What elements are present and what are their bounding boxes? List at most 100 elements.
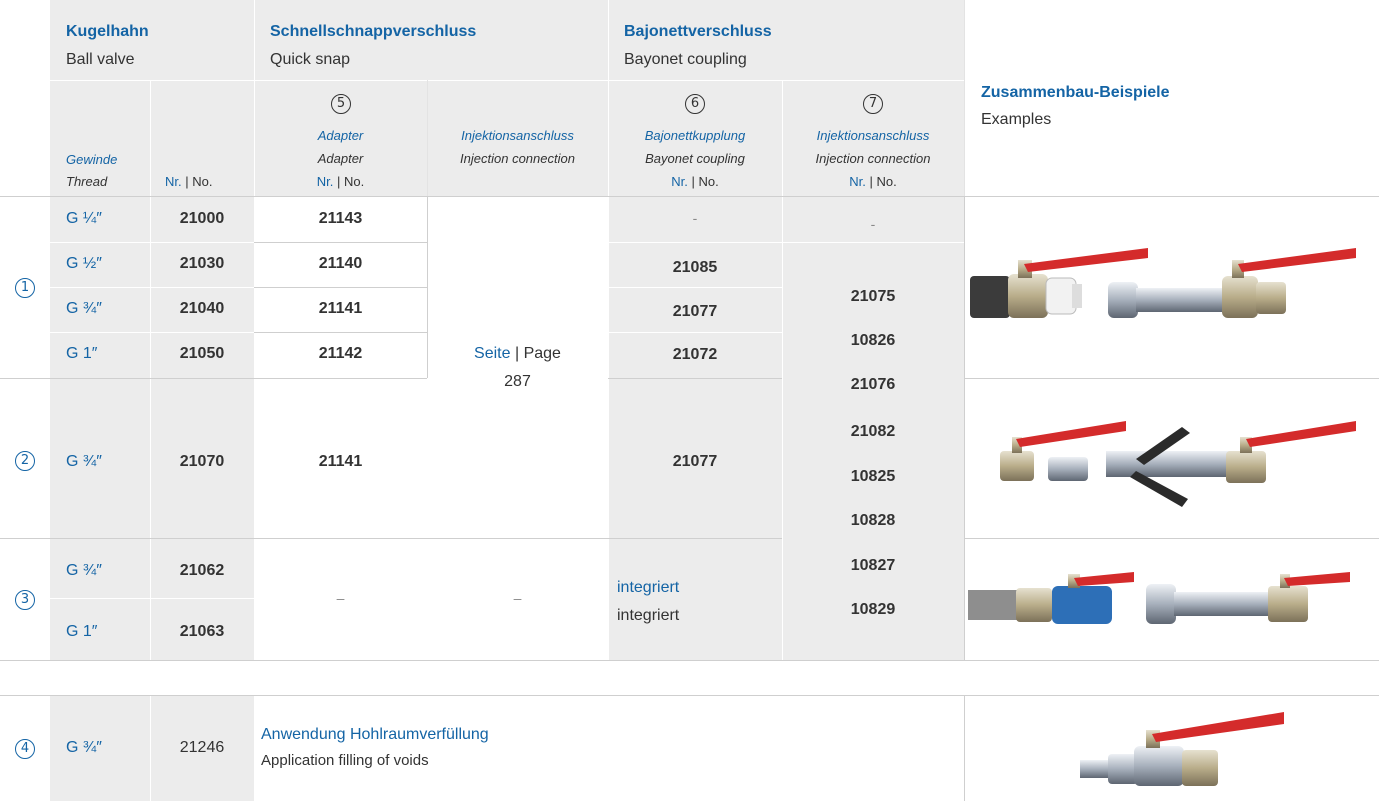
adapter-cell: 21142 [318,345,363,362]
page-ref-de: Seite [474,345,511,362]
divider [254,0,255,196]
bayonet-subtitle: Bayonet coupling [624,51,747,68]
divider [50,332,254,333]
injection2-label: Injektionsanschluss [816,128,930,143]
group-marker-2: 2 [15,451,35,471]
page-ref-en: Page [523,345,561,362]
injection-cell: - [870,216,876,232]
application-title: Anwendung Hohlraumverfüllung [261,726,489,743]
divider [608,242,964,243]
injection-number: 10827 [850,557,896,574]
nr-cell: 21063 [179,623,225,640]
divider [608,0,609,660]
divider [964,695,965,801]
nr-cell: 21000 [179,210,225,227]
examples-title: Zusammenbau-Beispiele [981,84,1170,101]
divider [0,695,1379,696]
marker-5: 5 [331,94,351,114]
divider [0,538,782,539]
divider [964,196,965,660]
header-bg-examples [964,0,965,196]
nr-en: No. [192,174,213,189]
bayonet-coupling-label: Bajonettkupplung [644,128,746,143]
example-photo-1 [970,248,1356,318]
divider [964,378,1379,379]
example-photo-4 [1080,712,1284,786]
injection-number: 21076 [850,376,896,393]
nr-cell: 21040 [179,300,225,317]
bayonet-title: Bajonettverschluss [624,23,772,40]
divider [254,287,427,288]
divider [50,287,254,288]
page-ref-sep: | [514,345,520,362]
bayonet-nr: Nr. | No. [608,174,782,190]
bayonet-cell: 21085 [672,259,718,276]
bayonet-cell: 21077 [672,303,718,320]
examples-subtitle: Examples [981,111,1052,128]
adapter-nr: Nr. | No. [254,174,427,190]
integrated-label: integriert [617,579,680,596]
divider [608,332,782,333]
page-reference[interactable]: Seite | Page [427,344,608,363]
bayonet-coupling-label-en: Bayonet coupling [645,151,745,166]
bayonet-cell: - [692,210,698,226]
nr-en: No. [344,174,365,189]
thread-label: Gewinde [66,152,118,167]
thread-cell: G ¾″ [66,300,102,317]
nr-cell: 21070 [179,453,225,470]
quick-snap-title: Schnellschnappverschluss [270,23,477,40]
divider [0,378,427,379]
nr-sep: | [337,174,341,189]
marker-6: 6 [685,94,705,114]
nr-sep: | [185,174,189,189]
adapter-label: Adapter [317,128,364,143]
adapter-cell: 21143 [318,210,363,227]
nr-de: Nr. [165,174,182,189]
divider [50,242,254,243]
thread-cell: G ¾″ [66,453,102,470]
injection-number: 21082 [850,423,896,440]
bayonet-cell: 21072 [672,346,718,363]
adapter-cell: – [336,590,345,606]
adapter-cell: 21140 [318,255,363,272]
injection-number: 10825 [850,468,896,485]
adapter-cell: 21141 [318,300,363,317]
divider [50,598,254,599]
divider [608,287,782,288]
thread-cell: G ½″ [66,255,102,272]
group-marker-3: 3 [15,590,35,610]
nr-sep: | [869,174,873,189]
nr-de: Nr. [849,174,866,189]
quick-snap-subtitle: Quick snap [270,51,351,68]
marker-7: 7 [863,94,883,114]
thread-label-en: Thread [66,174,108,189]
group-marker-1: 1 [15,278,35,298]
nr-cell: 21030 [179,255,225,272]
divider [608,378,782,379]
nr-de: Nr. [671,174,688,189]
nr-cell: 21050 [179,345,225,362]
injection-label: Injektionsanschluss [461,128,574,143]
nr-cell: 21062 [179,562,225,579]
injection-label-en: Injection connection [460,151,575,166]
injection-number: 10828 [850,512,896,529]
group-marker-4: 4 [15,739,35,759]
nr-label: Nr. | No. [165,174,213,190]
divider [254,332,427,333]
nr-de: Nr. [316,174,334,189]
thread-cell: G ¾″ [66,739,102,756]
injection-number: 10826 [850,332,896,349]
nr-en: No. [876,174,897,189]
example-photo-2 [1000,421,1356,507]
nr-en: No. [698,174,719,189]
adapter-cell: 21141 [318,453,363,470]
divider [254,242,427,243]
page-ref-number: 287 [504,373,531,390]
application-subtitle: Application filling of voids [261,752,429,769]
injection-number: 21075 [850,288,896,305]
divider [608,80,964,81]
injection2-nr: Nr. | No. [782,174,964,190]
injection2-label-en: Injection connection [815,151,931,166]
divider [50,80,608,81]
thread-cell: G 1″ [66,345,98,362]
